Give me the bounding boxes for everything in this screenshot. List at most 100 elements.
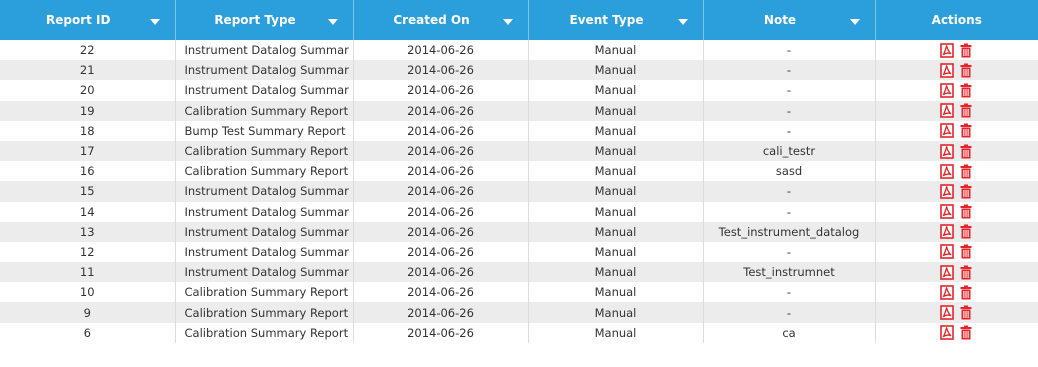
cell-report-id: 17 (0, 140, 175, 162)
cell-report-type: Calibration Summary Report (174, 302, 353, 323)
pdf-icon[interactable] (940, 325, 955, 341)
trash-icon[interactable] (959, 184, 973, 199)
table-row[interactable]: 12 Instrument Datalog Summar 2014-06-26 … (0, 241, 1038, 263)
report-type-value: Instrument Datalog Summar (184, 204, 349, 219)
table-row[interactable]: 18 Bump Test Summary Report 2014-06-26 M… (0, 120, 1038, 141)
table-row[interactable]: 9 Calibration Summary Report 2014-06-26 … (0, 302, 1038, 323)
report-id-value: 12 (79, 244, 95, 259)
cell-report-id: 15 (0, 181, 175, 202)
table-row[interactable]: 16 Calibration Summary Report 2014-06-26… (0, 161, 1038, 182)
table-row[interactable]: 11 Instrument Datalog Summar 2014-06-26 … (0, 262, 1038, 283)
pdf-icon[interactable] (940, 264, 955, 280)
trash-icon[interactable] (959, 265, 973, 280)
trash-icon[interactable] (959, 103, 973, 118)
cell-created-on: 2014-06-26 (352, 201, 528, 222)
trash-icon[interactable] (959, 164, 973, 179)
cell-created-on: 2014-06-26 (352, 80, 528, 101)
table-row[interactable]: 21 Instrument Datalog Summar 2014-06-26 … (0, 60, 1038, 81)
sort-dropdown-icon[interactable] (149, 19, 160, 25)
pdf-icon[interactable] (940, 305, 955, 320)
trash-icon[interactable] (959, 83, 973, 98)
sort-dropdown-icon[interactable] (327, 19, 338, 25)
report-id-value: 17 (79, 144, 95, 159)
note-value: - (786, 123, 792, 138)
table-row[interactable]: 22 Instrument Datalog Summar 2014-06-26 … (0, 40, 1038, 61)
trash-icon[interactable] (959, 63, 973, 78)
column-header-event-type[interactable]: Event Type (527, 0, 703, 40)
cell-actions (874, 161, 1038, 182)
event-type-value: Manual (594, 63, 637, 78)
table-row[interactable]: 14 Instrument Datalog Summar 2014-06-26 … (0, 201, 1038, 222)
trash-icon[interactable] (959, 325, 973, 340)
table-row[interactable]: 15 Instrument Datalog Summar 2014-06-26 … (0, 181, 1038, 202)
column-header-label: Event Type (569, 13, 644, 27)
pdf-icon[interactable] (940, 163, 955, 179)
table-row[interactable]: 6 Calibration Summary Report 2014-06-26 … (0, 322, 1038, 343)
cell-event-type: Manual (527, 40, 703, 61)
column-header-created-on[interactable]: Created On (352, 0, 528, 40)
pdf-icon[interactable] (940, 184, 955, 199)
sort-dropdown-icon[interactable] (677, 19, 688, 25)
trash-icon[interactable] (959, 224, 973, 239)
column-header-report-id[interactable]: Report ID (0, 0, 175, 40)
table-row[interactable]: 19 Calibration Summary Report 2014-06-26… (0, 100, 1038, 121)
cell-actions (874, 60, 1038, 81)
pdf-icon[interactable] (940, 83, 955, 98)
note-value: - (786, 244, 792, 259)
pdf-icon[interactable] (940, 62, 955, 78)
pdf-icon[interactable] (940, 224, 955, 240)
pdf-icon[interactable] (940, 143, 955, 159)
note-value: Test_instrumnet (743, 265, 835, 280)
pdf-icon[interactable] (940, 204, 955, 219)
row-actions (940, 184, 973, 199)
trash-icon[interactable] (959, 244, 973, 259)
cell-report-type: Instrument Datalog Summar (174, 221, 353, 242)
pdf-icon[interactable] (940, 103, 955, 118)
row-actions (940, 103, 973, 118)
report-id-value: 15 (79, 184, 95, 199)
trash-icon[interactable] (959, 285, 973, 300)
report-id-value: 21 (79, 63, 95, 78)
pdf-icon[interactable] (940, 42, 955, 58)
report-id-value: 13 (79, 224, 95, 239)
note-value: - (786, 305, 792, 320)
cell-actions (874, 120, 1038, 141)
sort-dropdown-icon[interactable] (502, 19, 513, 25)
pdf-icon[interactable] (940, 285, 955, 300)
cell-actions (874, 140, 1038, 162)
cell-note: - (702, 282, 875, 303)
table-row[interactable]: 20 Instrument Datalog Summar 2014-06-26 … (0, 80, 1038, 101)
created-on-value: 2014-06-26 (407, 285, 474, 300)
event-type-value: Manual (594, 265, 637, 280)
table-header: Report ID Report Type Created On Event T… (0, 0, 1038, 40)
cell-event-type: Manual (527, 181, 703, 202)
trash-icon[interactable] (959, 144, 973, 159)
trash-icon[interactable] (959, 123, 973, 138)
column-header-report-type[interactable]: Report Type (174, 0, 353, 40)
cell-report-id: 11 (0, 262, 175, 283)
report-type-value: Calibration Summary Report (184, 103, 349, 118)
trash-icon[interactable] (959, 204, 973, 219)
trash-icon[interactable] (959, 43, 973, 58)
cell-created-on: 2014-06-26 (352, 241, 528, 263)
report-id-value: 16 (79, 164, 95, 179)
created-on-value: 2014-06-26 (407, 83, 474, 98)
table-row[interactable]: 17 Calibration Summary Report 2014-06-26… (0, 140, 1038, 162)
trash-icon[interactable] (959, 305, 973, 320)
cell-report-type: Calibration Summary Report (174, 140, 353, 162)
cell-note: cali_testr (702, 140, 875, 162)
event-type-value: Manual (594, 285, 637, 300)
table-row[interactable]: 13 Instrument Datalog Summar 2014-06-26 … (0, 221, 1038, 242)
cell-report-id: 13 (0, 221, 175, 242)
column-header-label: Note (763, 13, 797, 27)
sort-dropdown-icon[interactable] (849, 19, 860, 25)
report-id-value: 14 (79, 204, 95, 219)
report-type-value: Instrument Datalog Summar (184, 184, 349, 199)
cell-actions (874, 100, 1038, 121)
reports-grid: Report ID Report Type Created On Event T… (0, 0, 1038, 343)
table-row[interactable]: 10 Calibration Summary Report 2014-06-26… (0, 282, 1038, 303)
pdf-icon[interactable] (940, 244, 955, 260)
column-header-note[interactable]: Note (702, 0, 875, 40)
pdf-icon[interactable] (940, 123, 955, 139)
cell-note: - (702, 181, 875, 202)
